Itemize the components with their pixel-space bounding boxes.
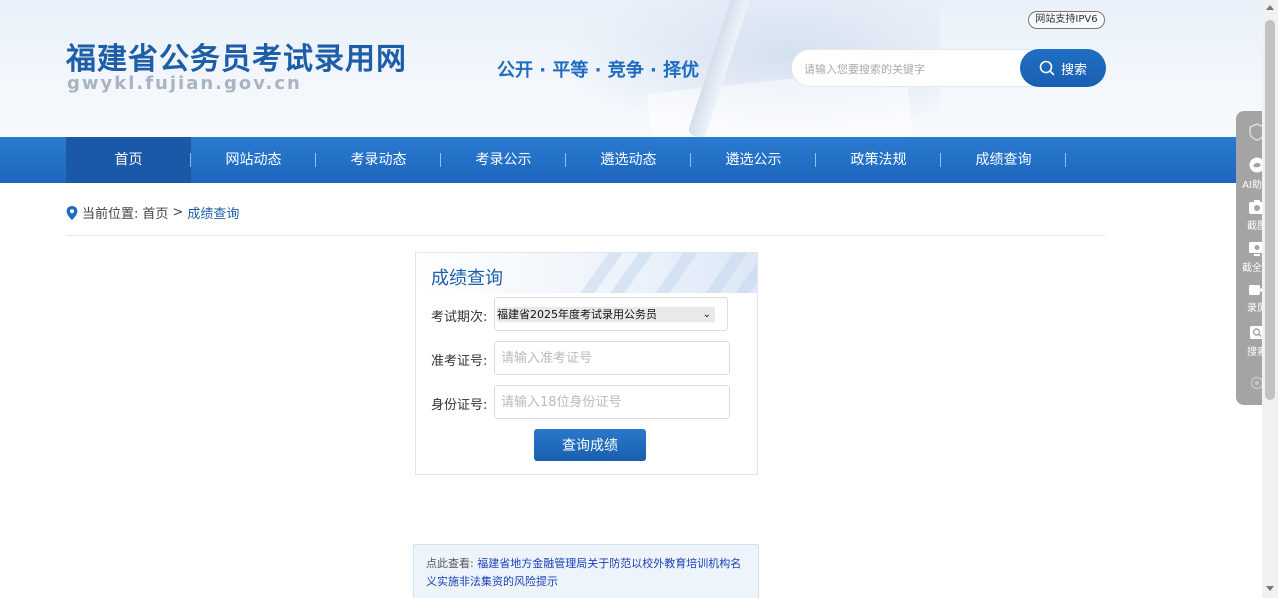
exam-period-selected: 福建省2025年度考试录用公务员 ⌄	[497, 307, 715, 322]
id-number-label: 身份证号:	[431, 398, 488, 413]
search-input[interactable]	[804, 59, 1019, 79]
id-number-input[interactable]	[494, 385, 730, 419]
nav-separator	[1065, 153, 1066, 167]
notice-box: 点此查看: 福建省地方金融管理局关于防范以校外教育培训机构名义实施非法集资的风险…	[413, 544, 759, 598]
nav-item-selection-notice[interactable]: 遴选公示	[691, 137, 816, 183]
score-query-panel: 成绩查询 考试期次: 福建省2025年度考试录用公务员 ⌄ 准考证号: 身份证号…	[415, 252, 758, 475]
site-domain: gwykl.fujian.gov.cn	[67, 73, 302, 94]
nav-item-score-query[interactable]: 成绩查询	[941, 137, 1066, 183]
search-icon	[1039, 60, 1055, 76]
notice-prefix: 点此查看:	[426, 557, 474, 570]
nav-item-selection-news[interactable]: 遴选动态	[566, 137, 691, 183]
breadcrumb-separator: >	[172, 205, 184, 220]
scroll-down-arrow-icon[interactable]	[1266, 586, 1274, 591]
search-button[interactable]: 搜索	[1020, 49, 1106, 87]
breadcrumb-current[interactable]: 成绩查询	[187, 203, 239, 222]
breadcrumb: 当前位置: 首页 > 成绩查询	[66, 203, 239, 222]
divider	[66, 235, 1105, 236]
nav-item-policy[interactable]: 政策法规	[816, 137, 941, 183]
notice-link[interactable]: 福建省地方金融管理局关于防范以校外教育培训机构名义实施非法集资的风险提示	[426, 557, 741, 588]
query-score-button[interactable]: 查询成绩	[534, 429, 646, 461]
chevron-down-icon: ⌄	[702, 309, 711, 320]
site-slogan: 公开 · 平等 · 竞争 · 择优	[497, 60, 700, 81]
nav-item-exam-notice[interactable]: 考录公示	[441, 137, 566, 183]
exam-period-select[interactable]: 福建省2025年度考试录用公务员 ⌄	[494, 297, 728, 331]
location-pin-icon	[66, 205, 78, 220]
search-button-label: 搜索	[1060, 62, 1087, 78]
exam-period-value: 福建省2025年度考试录用公务员	[497, 308, 657, 321]
ticket-number-label: 准考证号:	[431, 354, 488, 369]
nav-item-home[interactable]: 首页	[66, 137, 191, 183]
breadcrumb-prefix: 当前位置:	[82, 207, 139, 222]
scroll-up-arrow-icon[interactable]	[1266, 5, 1274, 10]
nav-item-site-news[interactable]: 网站动态	[191, 137, 316, 183]
exam-period-label: 考试期次:	[431, 310, 488, 325]
site-title[interactable]: 福建省公务员考试录用网	[66, 34, 407, 78]
panel-header: 成绩查询	[416, 253, 757, 293]
panel-title: 成绩查询	[431, 268, 503, 289]
site-header: 福建省公务员考试录用网 gwykl.fujian.gov.cn 公开 · 平等 …	[0, 0, 1262, 137]
ipv6-badge: 网站支持IPV6	[1028, 11, 1105, 29]
vertical-scrollbar[interactable]	[1262, 0, 1278, 598]
search-box: 搜索	[791, 49, 1106, 87]
nav-item-exam-news[interactable]: 考录动态	[316, 137, 441, 183]
scrollbar-thumb[interactable]	[1265, 20, 1275, 400]
main-nav: 首页 网站动态 考录动态 考录公示 遴选动态 遴选公示 政策法规 成绩查询	[0, 137, 1262, 183]
breadcrumb-home[interactable]: 首页	[142, 203, 168, 222]
ticket-number-input[interactable]	[494, 341, 730, 375]
